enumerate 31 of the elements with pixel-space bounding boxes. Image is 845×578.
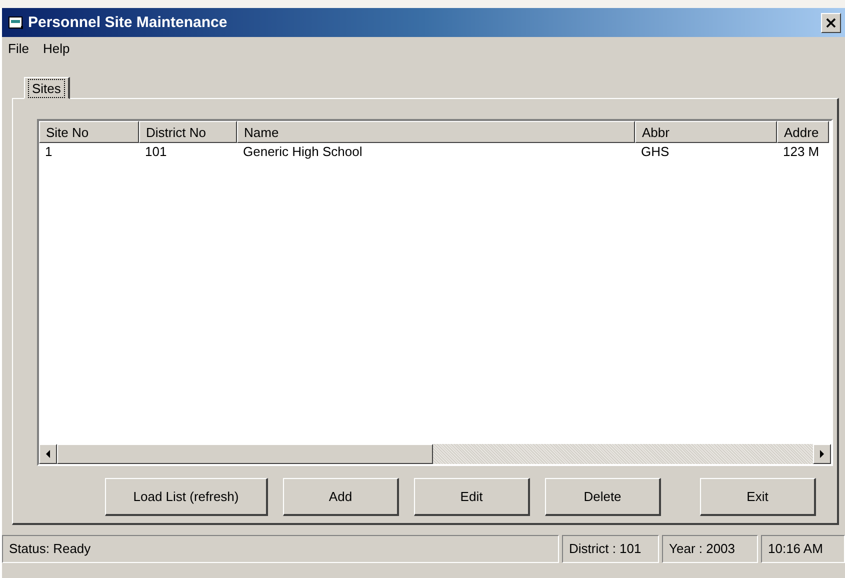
tab[interactable]: Sites [24, 77, 70, 99]
edit-button[interactable]: Edit [414, 478, 530, 516]
district-indicator: District : 101 [562, 535, 659, 563]
scroll-left-button[interactable] [39, 444, 57, 464]
horizontal-scrollbar[interactable] [39, 444, 831, 464]
menu-item[interactable]: File [8, 41, 29, 57]
right-arrow-icon [820, 450, 824, 458]
column-header[interactable]: Name [237, 121, 635, 143]
status-text: Status: Ready [2, 535, 559, 563]
window-title: Personnel Site Maintenance [28, 14, 228, 31]
table-cell-text: Generic High School [242, 143, 364, 160]
window-icon [8, 16, 24, 30]
table-cell-text: 101 [144, 143, 168, 160]
left-arrow-icon [46, 450, 50, 458]
year-indicator: Year : 2003 [662, 535, 758, 563]
table-cell-text: 123 M [782, 143, 820, 160]
column-header[interactable]: Addre [777, 121, 829, 143]
column-header[interactable]: Abbr [635, 121, 777, 143]
close-button[interactable]: × [821, 12, 841, 32]
table-cell-text: GHS [640, 143, 670, 160]
exit-button[interactable]: Exit [700, 478, 816, 516]
scrollbar-thumb[interactable] [57, 444, 433, 464]
menu-item[interactable]: Help [42, 41, 70, 57]
add-button[interactable]: Add [283, 478, 399, 516]
scroll-right-button[interactable] [813, 444, 831, 464]
load-list-button[interactable]: Load List (refresh) [105, 478, 268, 516]
column-header[interactable]: Site No [39, 121, 139, 143]
delete-button[interactable]: Delete [545, 478, 661, 516]
table-cell-text: 1 [44, 143, 54, 160]
clock: 10:16 AM [761, 535, 845, 563]
column-header[interactable]: District No [139, 121, 237, 143]
